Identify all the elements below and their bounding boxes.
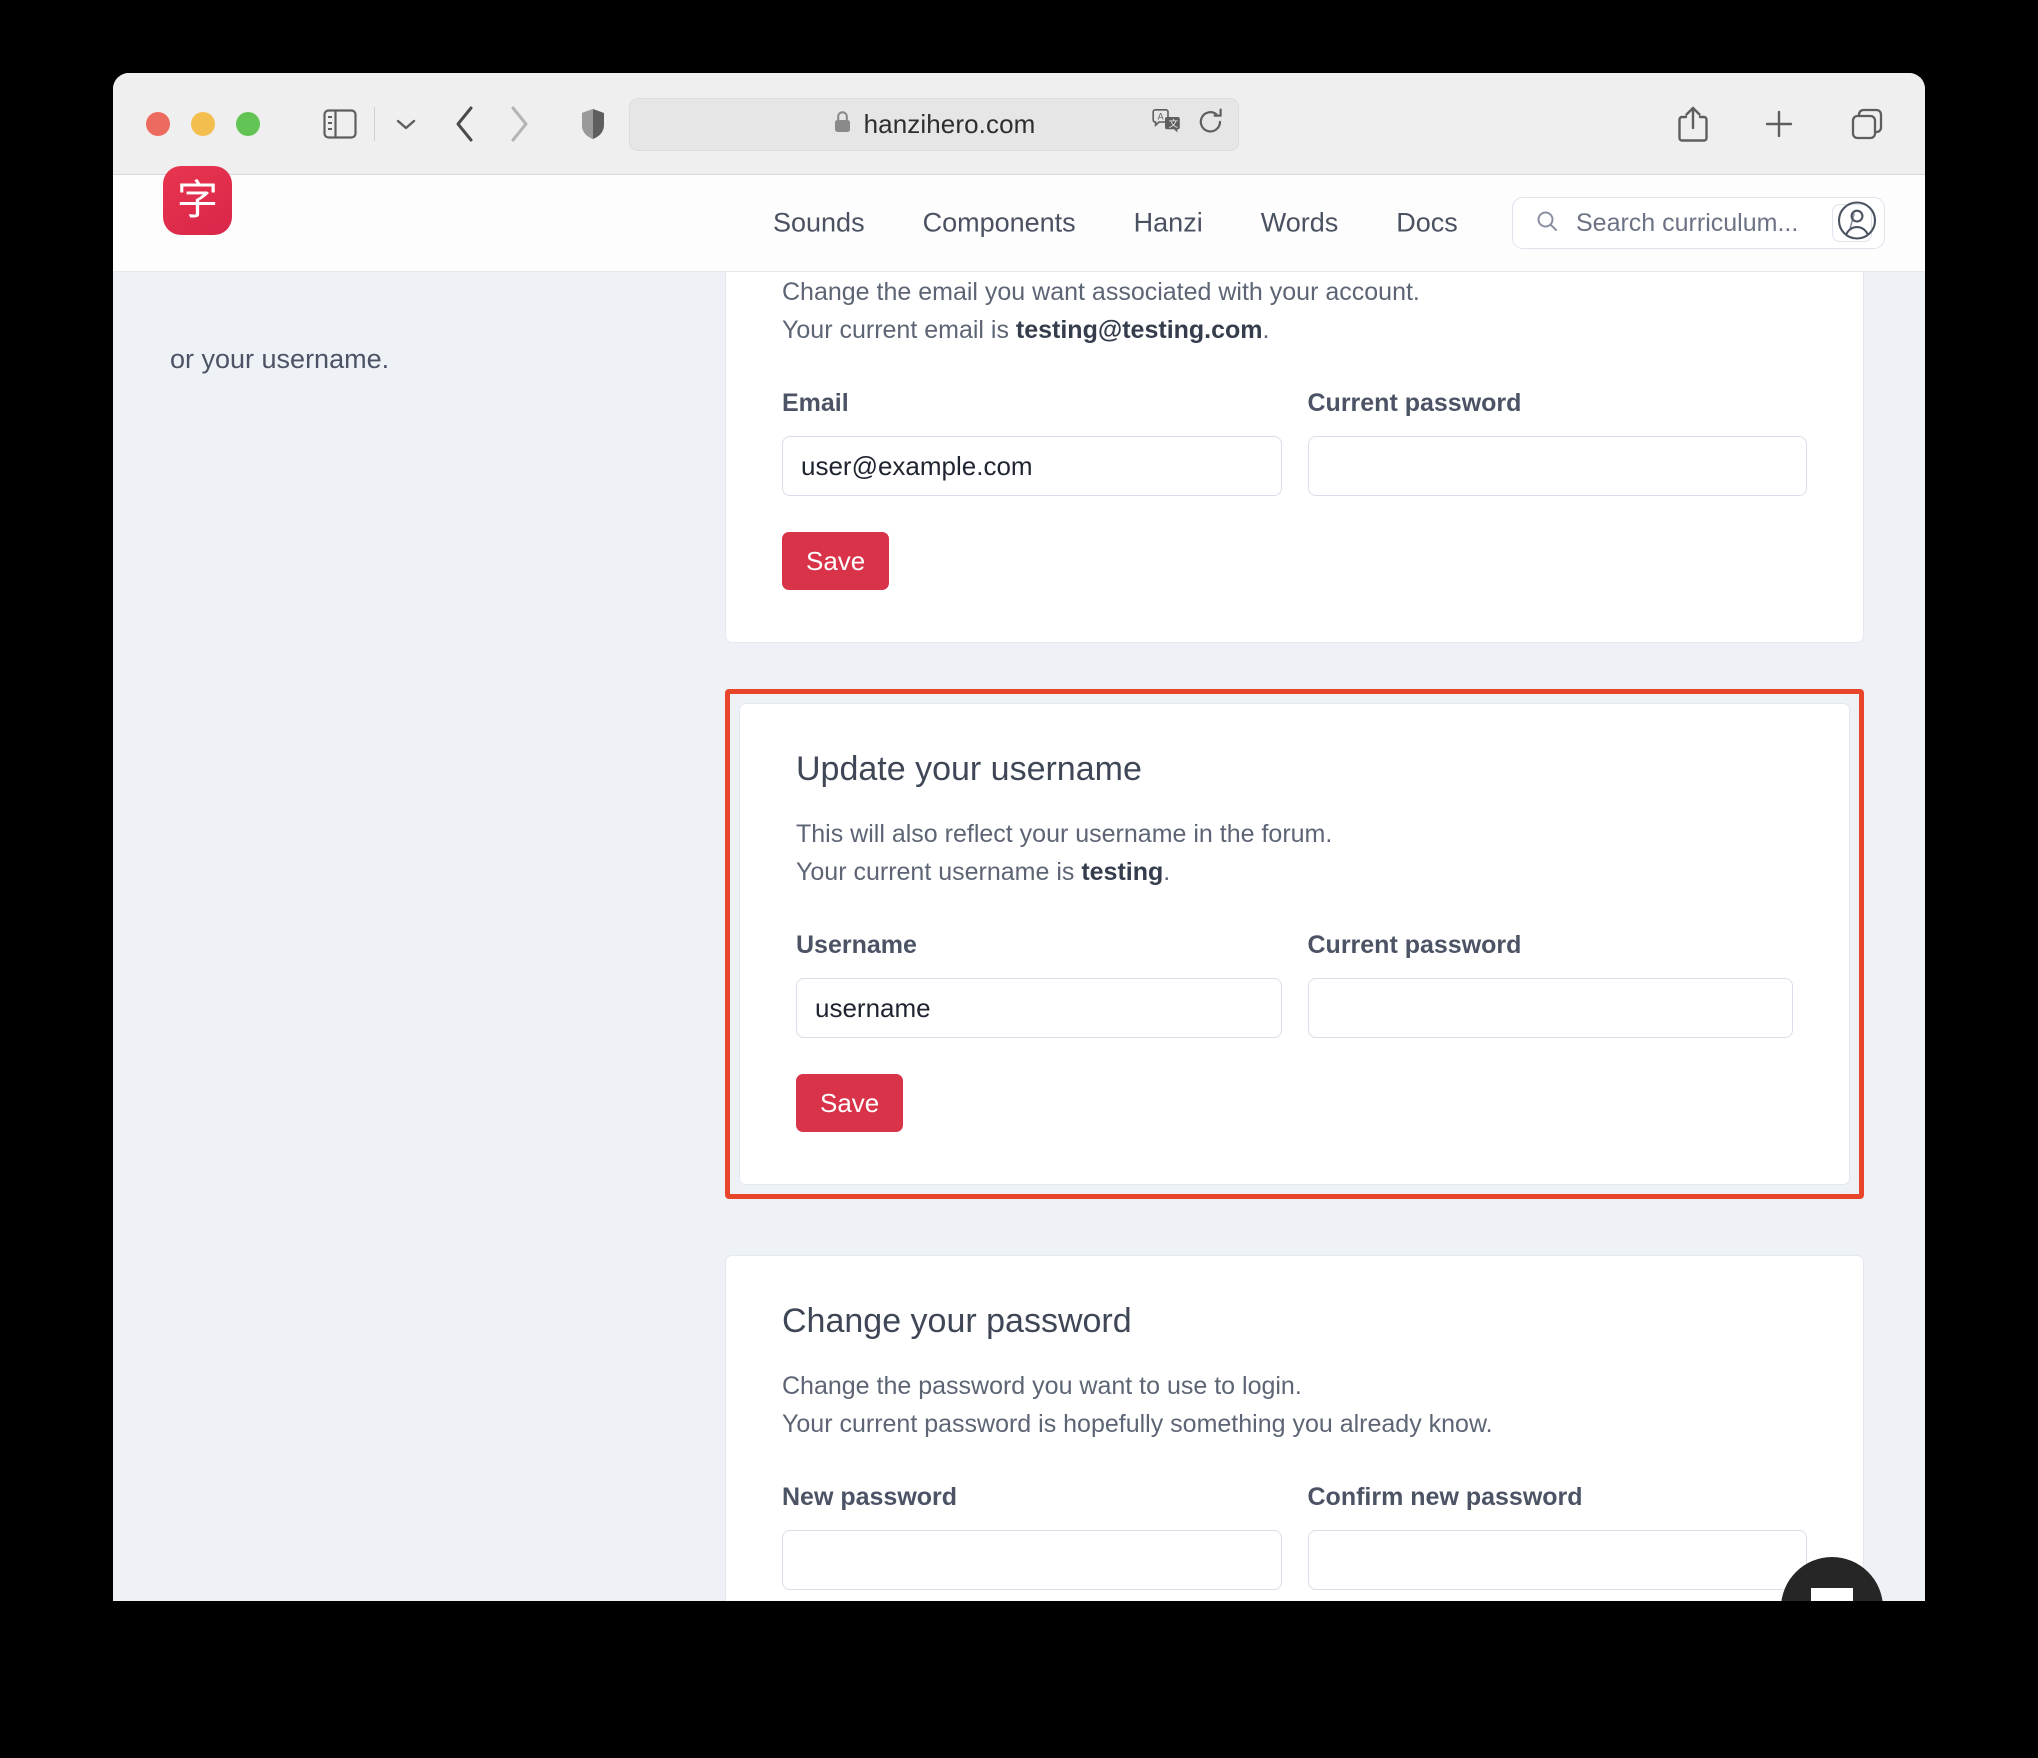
email-current-password-label: Current password <box>1307 389 1522 417</box>
main-navigation: Sounds Components Hanzi Words Docs <box>773 208 1458 239</box>
url-text: hanzihero.com <box>863 109 1036 139</box>
password-settings-card: Change your password Change the password… <box>725 1255 1864 1601</box>
site-header: 字 Sounds Components Hanzi Words Docs Sea… <box>113 166 1925 272</box>
page-content: Change the settings for your account, pa… <box>113 272 1925 1601</box>
nav-item-docs[interactable]: Docs <box>1396 208 1458 239</box>
username-desc-line2-suffix: . <box>1163 858 1171 886</box>
username-settings-card: Update your username This will also refl… <box>739 703 1850 1185</box>
tab-overview-icon[interactable] <box>1849 106 1885 142</box>
close-window-button[interactable] <box>146 111 170 136</box>
email-label: Email <box>782 389 849 417</box>
share-icon[interactable] <box>1677 105 1709 143</box>
email-settings-card: Change the email you want associated wit… <box>725 272 1864 643</box>
svg-text:A: A <box>1158 111 1164 121</box>
search-icon <box>1535 209 1559 238</box>
lock-icon <box>833 110 852 139</box>
username-current-password-input[interactable] <box>1307 978 1793 1038</box>
sidebar-description-line: or your username. <box>170 343 390 374</box>
site-logo[interactable]: 字 <box>163 166 232 235</box>
toolbar-divider <box>374 106 375 141</box>
password-card-description: Change the password you want to use to l… <box>782 1367 1807 1443</box>
account-circle-icon[interactable] <box>1837 201 1877 246</box>
password-card-title: Change your password <box>782 1302 1132 1340</box>
username-current-password-group: Current password <box>1307 931 1793 1038</box>
username-field-group: Username <box>796 931 1282 1038</box>
email-card-description: Change the email you want associated wit… <box>782 273 1807 349</box>
minimize-window-button[interactable] <box>191 111 215 136</box>
username-label: Username <box>796 931 917 959</box>
nav-item-sounds[interactable]: Sounds <box>773 208 865 239</box>
username-save-button[interactable]: Save <box>796 1074 904 1132</box>
nav-item-hanzi[interactable]: Hanzi <box>1134 208 1203 239</box>
email-current-password-input[interactable] <box>1307 436 1807 496</box>
email-desc-line2-prefix: Your current email is <box>782 316 1016 344</box>
browser-toolbar: hanzihero.com A 文 <box>113 73 1925 175</box>
new-password-label: New password <box>782 1483 958 1511</box>
confirm-password-label: Confirm new password <box>1307 1483 1583 1511</box>
confirm-password-input[interactable] <box>1307 1530 1807 1590</box>
email-save-button[interactable]: Save <box>782 532 890 590</box>
chevron-down-icon[interactable] <box>395 117 417 131</box>
username-card-highlight: Update your username This will also refl… <box>725 689 1864 1199</box>
nav-item-components[interactable]: Components <box>923 208 1076 239</box>
email-desc-line1: Change the email you want associated wit… <box>782 278 1420 306</box>
confirm-password-group: Confirm new password <box>1307 1483 1807 1590</box>
password-field-row: New password Confirm new password <box>782 1483 1807 1590</box>
search-input[interactable]: Search curriculum... / <box>1512 197 1885 249</box>
email-field-group: Email <box>782 389 1282 496</box>
nav-item-words[interactable]: Words <box>1261 208 1339 239</box>
username-desc-line1: This will also reflect your username in … <box>796 820 1333 848</box>
svg-text:文: 文 <box>1169 118 1179 130</box>
new-password-group: New password <box>782 1483 1282 1590</box>
sidebar-description: Change the settings for your account, pa… <box>170 272 730 380</box>
window-controls <box>146 111 260 136</box>
search-placeholder: Search curriculum... <box>1576 208 1799 237</box>
browser-window: hanzihero.com A 文 字 Sounds Components Ha… <box>113 73 1925 1601</box>
sidebar-icon[interactable] <box>323 108 357 139</box>
username-card-description: This will also reflect your username in … <box>796 815 1793 891</box>
plus-icon[interactable] <box>1763 108 1795 140</box>
address-bar[interactable]: hanzihero.com A 文 <box>629 98 1239 151</box>
maximize-window-button[interactable] <box>236 111 260 136</box>
chat-bubble-icon <box>1809 1586 1855 1601</box>
username-desc-line2-prefix: Your current username is <box>796 858 1082 886</box>
current-username-value: testing <box>1081 858 1164 886</box>
back-arrow-icon[interactable] <box>453 105 477 143</box>
reload-icon[interactable] <box>1198 108 1224 141</box>
shield-icon[interactable] <box>579 107 607 141</box>
username-current-password-label: Current password <box>1307 931 1522 959</box>
password-desc-line2: Your current password is hopefully somet… <box>782 1410 1493 1438</box>
username-input[interactable] <box>796 978 1282 1038</box>
settings-forms: Change the email you want associated wit… <box>725 272 1864 1601</box>
username-field-row: Username Current password <box>796 931 1793 1038</box>
current-email-value: testing@testing.com <box>1015 316 1263 344</box>
email-input[interactable] <box>782 436 1282 496</box>
new-password-input[interactable] <box>782 1530 1282 1590</box>
email-desc-line2-suffix: . <box>1262 316 1270 344</box>
email-field-row: Email Current password <box>782 389 1807 496</box>
forward-arrow-icon[interactable] <box>507 105 531 143</box>
translate-icon[interactable]: A 文 <box>1152 109 1182 140</box>
username-card-title: Update your username <box>796 750 1142 788</box>
email-current-password-group: Current password <box>1307 389 1807 496</box>
password-desc-line1: Change the password you want to use to l… <box>782 1372 1302 1400</box>
